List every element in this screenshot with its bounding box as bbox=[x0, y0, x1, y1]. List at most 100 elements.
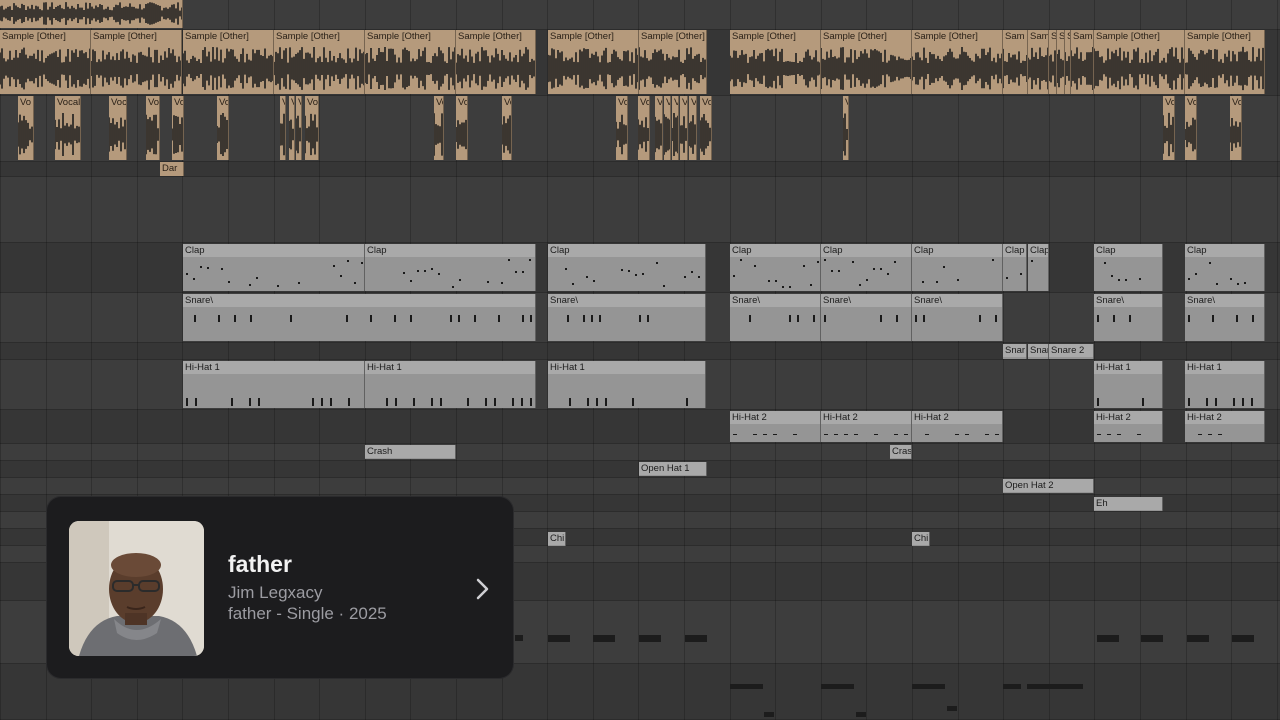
audio-clip[interactable]: Sample [Other] bbox=[730, 30, 821, 94]
audio-clip[interactable]: Vo bbox=[217, 96, 229, 160]
midi-clip[interactable]: Open Hat 2 bbox=[1003, 479, 1094, 493]
audio-clip[interactable]: Vo bbox=[616, 96, 628, 160]
now-playing-card[interactable]: father Jim Legxacy father - Single · 202… bbox=[47, 497, 513, 678]
midi-clip[interactable]: Clap bbox=[1185, 244, 1265, 291]
midi-clip[interactable]: Snare\ bbox=[1185, 294, 1265, 341]
audio-clip[interactable]: Vo bbox=[146, 96, 160, 160]
midi-clip[interactable]: Clap bbox=[1094, 244, 1163, 291]
waveform bbox=[616, 114, 627, 155]
audio-clip[interactable]: V bbox=[655, 96, 663, 160]
audio-clip[interactable]: V bbox=[672, 96, 679, 160]
midi-clip[interactable]: Hi-Hat 2 bbox=[730, 411, 821, 442]
midi-note bbox=[194, 315, 196, 322]
audio-clip[interactable]: Vo bbox=[305, 96, 319, 160]
audio-clip[interactable]: Vo bbox=[502, 96, 512, 160]
audio-clip[interactable]: Sample [Other] bbox=[91, 30, 182, 94]
midi-clip[interactable]: Snare\ bbox=[1094, 294, 1163, 341]
audio-clip[interactable]: S bbox=[1049, 30, 1057, 94]
audio-clip[interactable]: Vo bbox=[1185, 96, 1197, 160]
midi-clip[interactable]: Clap bbox=[183, 244, 365, 291]
audio-clip[interactable]: Sample [Other] bbox=[821, 30, 912, 94]
midi-clip[interactable]: Snare\ bbox=[912, 294, 1003, 341]
track-lane[interactable] bbox=[0, 444, 1280, 461]
midi-clip[interactable]: Clap bbox=[365, 244, 536, 291]
clip-name: Hi-Hat 2 bbox=[821, 411, 911, 424]
midi-clip[interactable]: Hi-Hat 1 bbox=[183, 361, 365, 408]
grid-line bbox=[958, 0, 959, 720]
audio-clip[interactable]: V bbox=[680, 96, 688, 160]
audio-clip[interactable]: Vo bbox=[18, 96, 34, 160]
midi-clip[interactable]: Clap bbox=[1028, 244, 1049, 291]
midi-clip[interactable]: Snar bbox=[1028, 344, 1049, 359]
midi-clip[interactable]: Snare\ bbox=[730, 294, 821, 341]
audio-clip[interactable]: Sample [Other] bbox=[456, 30, 536, 94]
midi-clip[interactable]: Eh bbox=[1094, 497, 1163, 511]
audio-clip[interactable]: Vo bbox=[172, 96, 184, 160]
track-lane[interactable] bbox=[0, 177, 1280, 243]
audio-clip[interactable]: Sam bbox=[1003, 30, 1028, 94]
clip-notes bbox=[1185, 374, 1264, 408]
audio-clip[interactable]: V bbox=[289, 96, 295, 160]
midi-clip[interactable]: Hi-Hat 1 bbox=[1094, 361, 1163, 408]
track-lane[interactable] bbox=[0, 162, 1280, 177]
midi-clip[interactable]: Open Hat 1 bbox=[639, 462, 707, 476]
midi-clip[interactable]: Hi-Hat 2 bbox=[912, 411, 1003, 442]
audio-clip[interactable]: V bbox=[664, 96, 671, 160]
midi-clip[interactable]: Hi-Hat 2 bbox=[821, 411, 912, 442]
midi-clip[interactable]: Snare\ bbox=[183, 294, 536, 341]
audio-clip[interactable]: Vocal bbox=[55, 96, 81, 160]
midi-note bbox=[1142, 398, 1144, 406]
midi-clip[interactable]: Snare 2 bbox=[1049, 344, 1094, 359]
midi-note bbox=[298, 282, 300, 284]
audio-clip[interactable]: Vo bbox=[700, 96, 712, 160]
midi-clip[interactable]: Chi bbox=[548, 532, 566, 546]
audio-clip[interactable]: V bbox=[280, 96, 286, 160]
midi-clip[interactable]: Hi-Hat 1 bbox=[365, 361, 536, 408]
audio-clip[interactable]: V bbox=[689, 96, 697, 160]
audio-clip[interactable]: Sample [Other] bbox=[912, 30, 1003, 94]
midi-clip[interactable]: Chi bbox=[912, 532, 930, 546]
audio-clip[interactable]: V bbox=[843, 96, 849, 160]
chevron-right-icon[interactable] bbox=[472, 577, 492, 601]
audio-clip[interactable]: Sample [Other] bbox=[183, 30, 274, 94]
midi-clip[interactable]: Hi-Hat 1 bbox=[1185, 361, 1265, 408]
audio-clip[interactable]: Sample [Other] bbox=[639, 30, 707, 94]
clip-notes bbox=[730, 307, 820, 341]
audio-clip[interactable]: Sample [Other] bbox=[0, 30, 91, 94]
clip-name: Vo bbox=[1232, 97, 1241, 108]
midi-clip[interactable]: Clap bbox=[1003, 244, 1027, 291]
audio-clip[interactable]: Sample [Other] bbox=[1185, 30, 1265, 94]
audio-clip[interactable]: Dar bbox=[160, 162, 184, 176]
audio-clip[interactable]: Vo bbox=[1163, 96, 1175, 160]
audio-clip[interactable]: Sample [Other] bbox=[274, 30, 365, 94]
midi-clip[interactable]: Clap bbox=[730, 244, 821, 291]
audio-clip[interactable]: Vo bbox=[456, 96, 468, 160]
midi-clip[interactable]: Clap bbox=[912, 244, 1003, 291]
audio-clip[interactable]: Vo bbox=[434, 96, 444, 160]
audio-clip[interactable]: Voc bbox=[109, 96, 127, 160]
midi-clip[interactable]: Hi-Hat 1 bbox=[548, 361, 706, 408]
audio-clip[interactable]: Vo bbox=[0, 0, 183, 28]
audio-clip[interactable]: S bbox=[1057, 30, 1065, 94]
midi-clip[interactable]: Clap bbox=[548, 244, 706, 291]
midi-clip[interactable]: Snar bbox=[1003, 344, 1027, 359]
audio-clip[interactable]: Sam bbox=[1028, 30, 1049, 94]
audio-clip[interactable]: Sample [Other] bbox=[1094, 30, 1185, 94]
artist-name[interactable]: Jim Legxacy bbox=[228, 583, 322, 603]
track-lane[interactable] bbox=[0, 0, 1280, 30]
audio-clip[interactable]: Sample [Other] bbox=[548, 30, 639, 94]
midi-clip[interactable]: Clap bbox=[821, 244, 912, 291]
track-lane[interactable] bbox=[0, 410, 1280, 444]
audio-clip[interactable]: Sam bbox=[1071, 30, 1094, 94]
midi-clip[interactable]: Hi-Hat 2 bbox=[1185, 411, 1265, 442]
audio-clip[interactable]: Vo bbox=[638, 96, 650, 160]
midi-note bbox=[740, 259, 742, 261]
midi-clip[interactable]: Snare\ bbox=[821, 294, 912, 341]
midi-clip[interactable]: Crash bbox=[365, 445, 456, 459]
midi-clip[interactable]: Cras bbox=[890, 445, 912, 459]
midi-clip[interactable]: Hi-Hat 2 bbox=[1094, 411, 1163, 442]
audio-clip[interactable]: Sample [Other] bbox=[365, 30, 456, 94]
midi-clip[interactable]: Snare\ bbox=[548, 294, 706, 341]
audio-clip[interactable]: Vo bbox=[1230, 96, 1242, 160]
audio-clip[interactable]: V bbox=[296, 96, 302, 160]
